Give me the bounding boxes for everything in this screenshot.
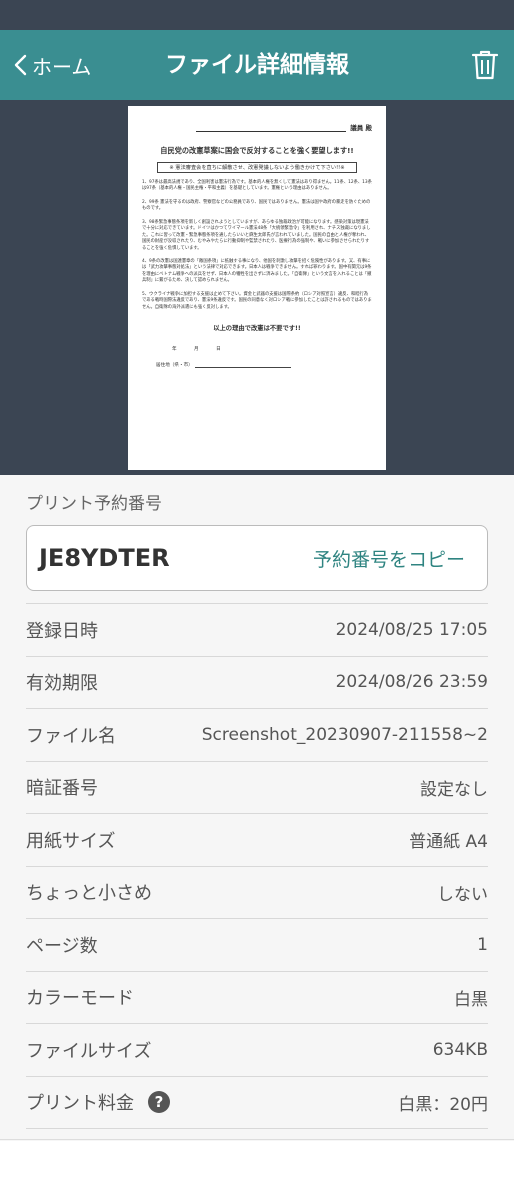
detail-label: カラーモード — [26, 988, 134, 1010]
back-label: ホーム — [32, 54, 92, 79]
doc-paragraph: 2、99条 憲法を守るのは政府、警察官などの公務員であり、国民ではありません。憲… — [142, 199, 371, 212]
doc-conclusion: 以上の理由で改憲は不要です!! — [213, 325, 301, 332]
detail-row-print-fee: プリント料金 ? 白黒：20円 — [26, 1077, 488, 1129]
detail-row-registered: 登録日時 2024/08/25 17:05 — [26, 604, 488, 657]
reservation-box: JE8YDTER 予約番号をコピー — [26, 525, 488, 591]
file-detail-panel: プリント予約番号 JE8YDTER 予約番号をコピー 登録日時 2024/08/… — [0, 475, 514, 1140]
chevron-left-icon — [14, 54, 27, 76]
app-bar: ホーム ファイル詳細情報 — [0, 30, 514, 100]
doc-paragraph: 5、ウクライナ戦争に加担する支援は止めて下さい。資金と武器の支援は国際条約（ロシ… — [142, 291, 372, 310]
doc-addressee-line: 議員 殿 — [142, 118, 372, 132]
detail-value: 634KB — [432, 1039, 488, 1060]
detail-label: 有効期限 — [26, 673, 98, 695]
doc-paragraph: 3、98条緊急事態条項を新しく創設されようとしていますが、あらゆる独裁政治が可能… — [142, 219, 371, 251]
detail-label: ファイル名 — [26, 725, 116, 747]
detail-row-shrink: ちょっと小さめ しない — [26, 867, 488, 919]
detail-label: プリント料金 — [26, 1093, 134, 1115]
detail-value: 白黒：20円 — [398, 1094, 488, 1115]
status-bar — [0, 0, 514, 30]
doc-footer-address-line: 居住地（県・市） — [142, 362, 372, 368]
detail-list: 登録日時 2024/08/25 17:05 有効期限 2024/08/26 23… — [26, 603, 488, 1129]
trash-icon — [471, 50, 499, 80]
doc-title: 自民党の改憲草案に国会で反対することを強く要望します!! — [160, 146, 354, 155]
detail-row-file-size: ファイルサイズ 634KB — [26, 1024, 488, 1077]
copy-reservation-button[interactable]: 予約番号をコピー — [313, 545, 465, 572]
doc-paragraph: 4、9条の改憲は国連憲章の「敵国条項」に抵触する事になり、他国を刺激し攻撃を招く… — [142, 258, 372, 284]
detail-row-color-mode: カラーモード 白黒 — [26, 972, 488, 1024]
delete-button[interactable] — [470, 49, 500, 81]
detail-label: ファイルサイズ — [26, 1040, 152, 1062]
doc-footer-address: 居住地（県・市） — [156, 363, 193, 368]
detail-label-with-help: プリント料金 ? — [26, 1089, 170, 1115]
detail-row-filename: ファイル名 Screenshot_20230907-211558~2 — [26, 709, 488, 762]
doc-paragraph: 1、97条は最高法規であり、全国利害は憲法行為です。基本的人権を無くして憲法はあ… — [142, 180, 372, 192]
detail-row-paper-size: 用紙サイズ 普通紙 A4 — [26, 814, 488, 867]
detail-label: 登録日時 — [26, 620, 98, 642]
detail-label: 用紙サイズ — [26, 830, 116, 852]
detail-label: ページ数 — [26, 935, 98, 957]
detail-label: ちょっと小さめ — [26, 883, 152, 905]
detail-value: しない — [437, 884, 488, 905]
detail-value: 2024/08/26 23:59 — [335, 672, 488, 693]
doc-addressee: 議員 殿 — [350, 124, 372, 132]
detail-value: 普通紙 A4 — [409, 832, 488, 853]
doc-footer-date: 年 月 日 — [172, 347, 221, 352]
detail-value: 設定なし — [420, 779, 488, 800]
detail-label: 暗証番号 — [26, 778, 98, 800]
file-preview-area: 議員 殿 自民党の改憲草案に国会で反対することを強く要望します!! ※ 憲法審査… — [0, 100, 514, 475]
detail-value: 白黒 — [454, 989, 488, 1010]
detail-value: 2024/08/25 17:05 — [335, 619, 488, 640]
reservation-number: JE8YDTER — [39, 544, 170, 572]
help-icon[interactable]: ? — [148, 1091, 170, 1114]
bottom-area — [0, 1141, 514, 1200]
detail-row-page-count: ページ数 1 — [26, 919, 488, 972]
file-preview-page[interactable]: 議員 殿 自民党の改憲草案に国会で反対することを強く要望します!! ※ 憲法審査… — [128, 106, 386, 470]
detail-value: 1 — [477, 934, 488, 955]
reservation-label: プリント予約番号 — [26, 494, 162, 514]
back-button[interactable]: ホーム — [12, 30, 91, 100]
doc-subtitle: ※ 憲法審査会を直ちに解散させ、改憲発議しないよう働きかけて下さい!!※ — [157, 162, 357, 173]
detail-row-pin: 暗証番号 設定なし — [26, 762, 488, 814]
detail-row-expiry: 有効期限 2024/08/26 23:59 — [26, 657, 488, 709]
detail-value: Screenshot_20230907-211558~2 — [201, 724, 488, 745]
